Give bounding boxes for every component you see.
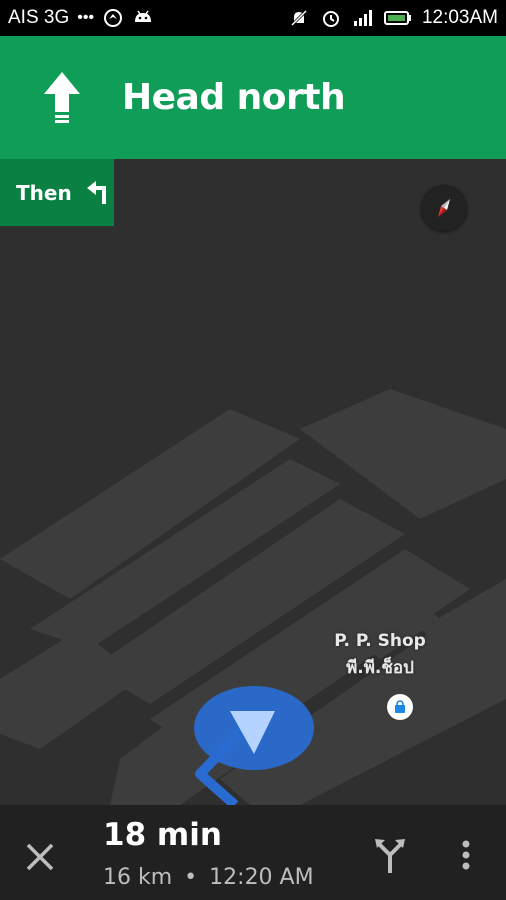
close-icon[interactable] <box>22 839 58 875</box>
separator-dot: • <box>184 865 198 890</box>
notifications-off-icon <box>288 7 310 29</box>
status-time: 12:03AM <box>421 7 498 28</box>
battery-icon <box>383 7 412 29</box>
signal-icon <box>352 7 374 29</box>
trip-summary-bar: 18 min 16 km • 12:20 AM <box>0 805 506 900</box>
alternate-routes-icon[interactable] <box>373 835 407 875</box>
navigation-banner[interactable]: Head north <box>0 36 506 159</box>
turn-left-icon <box>86 180 106 204</box>
compass-icon <box>438 199 450 217</box>
status-bar-left: AIS 3G ••• <box>0 7 154 29</box>
then-chip: Then <box>0 159 114 226</box>
compass-button[interactable] <box>421 185 467 231</box>
trip-duration: 18 min <box>103 817 222 853</box>
shopping-bag-icon[interactable] <box>387 694 413 720</box>
more-options-icon[interactable] <box>454 835 478 875</box>
notification-dots: ••• <box>77 9 95 26</box>
poi-label[interactable]: P. P. Shop พี.พี.ช็อป <box>330 628 430 682</box>
map-view[interactable] <box>0 159 506 805</box>
location-share-icon <box>102 7 124 29</box>
status-bar: AIS 3G ••• 12:03AM <box>0 0 506 36</box>
trip-details: 16 km • 12:20 AM <box>103 865 314 890</box>
trip-distance: 16 km <box>103 865 173 890</box>
android-icon <box>132 7 154 29</box>
status-bar-right: 12:03AM <box>288 7 506 29</box>
then-label: Then <box>16 180 72 205</box>
poi-name-th: พี.พี.ช็อป <box>346 658 414 678</box>
carrier-label: AIS 3G <box>8 7 70 28</box>
arrival-time: 12:20 AM <box>209 865 314 890</box>
current-location-marker <box>194 686 314 770</box>
instruction-text: Head north <box>122 77 346 118</box>
arrow-up-icon <box>44 71 80 123</box>
alarm-icon <box>320 7 342 29</box>
poi-name-en: P. P. Shop <box>334 631 426 651</box>
